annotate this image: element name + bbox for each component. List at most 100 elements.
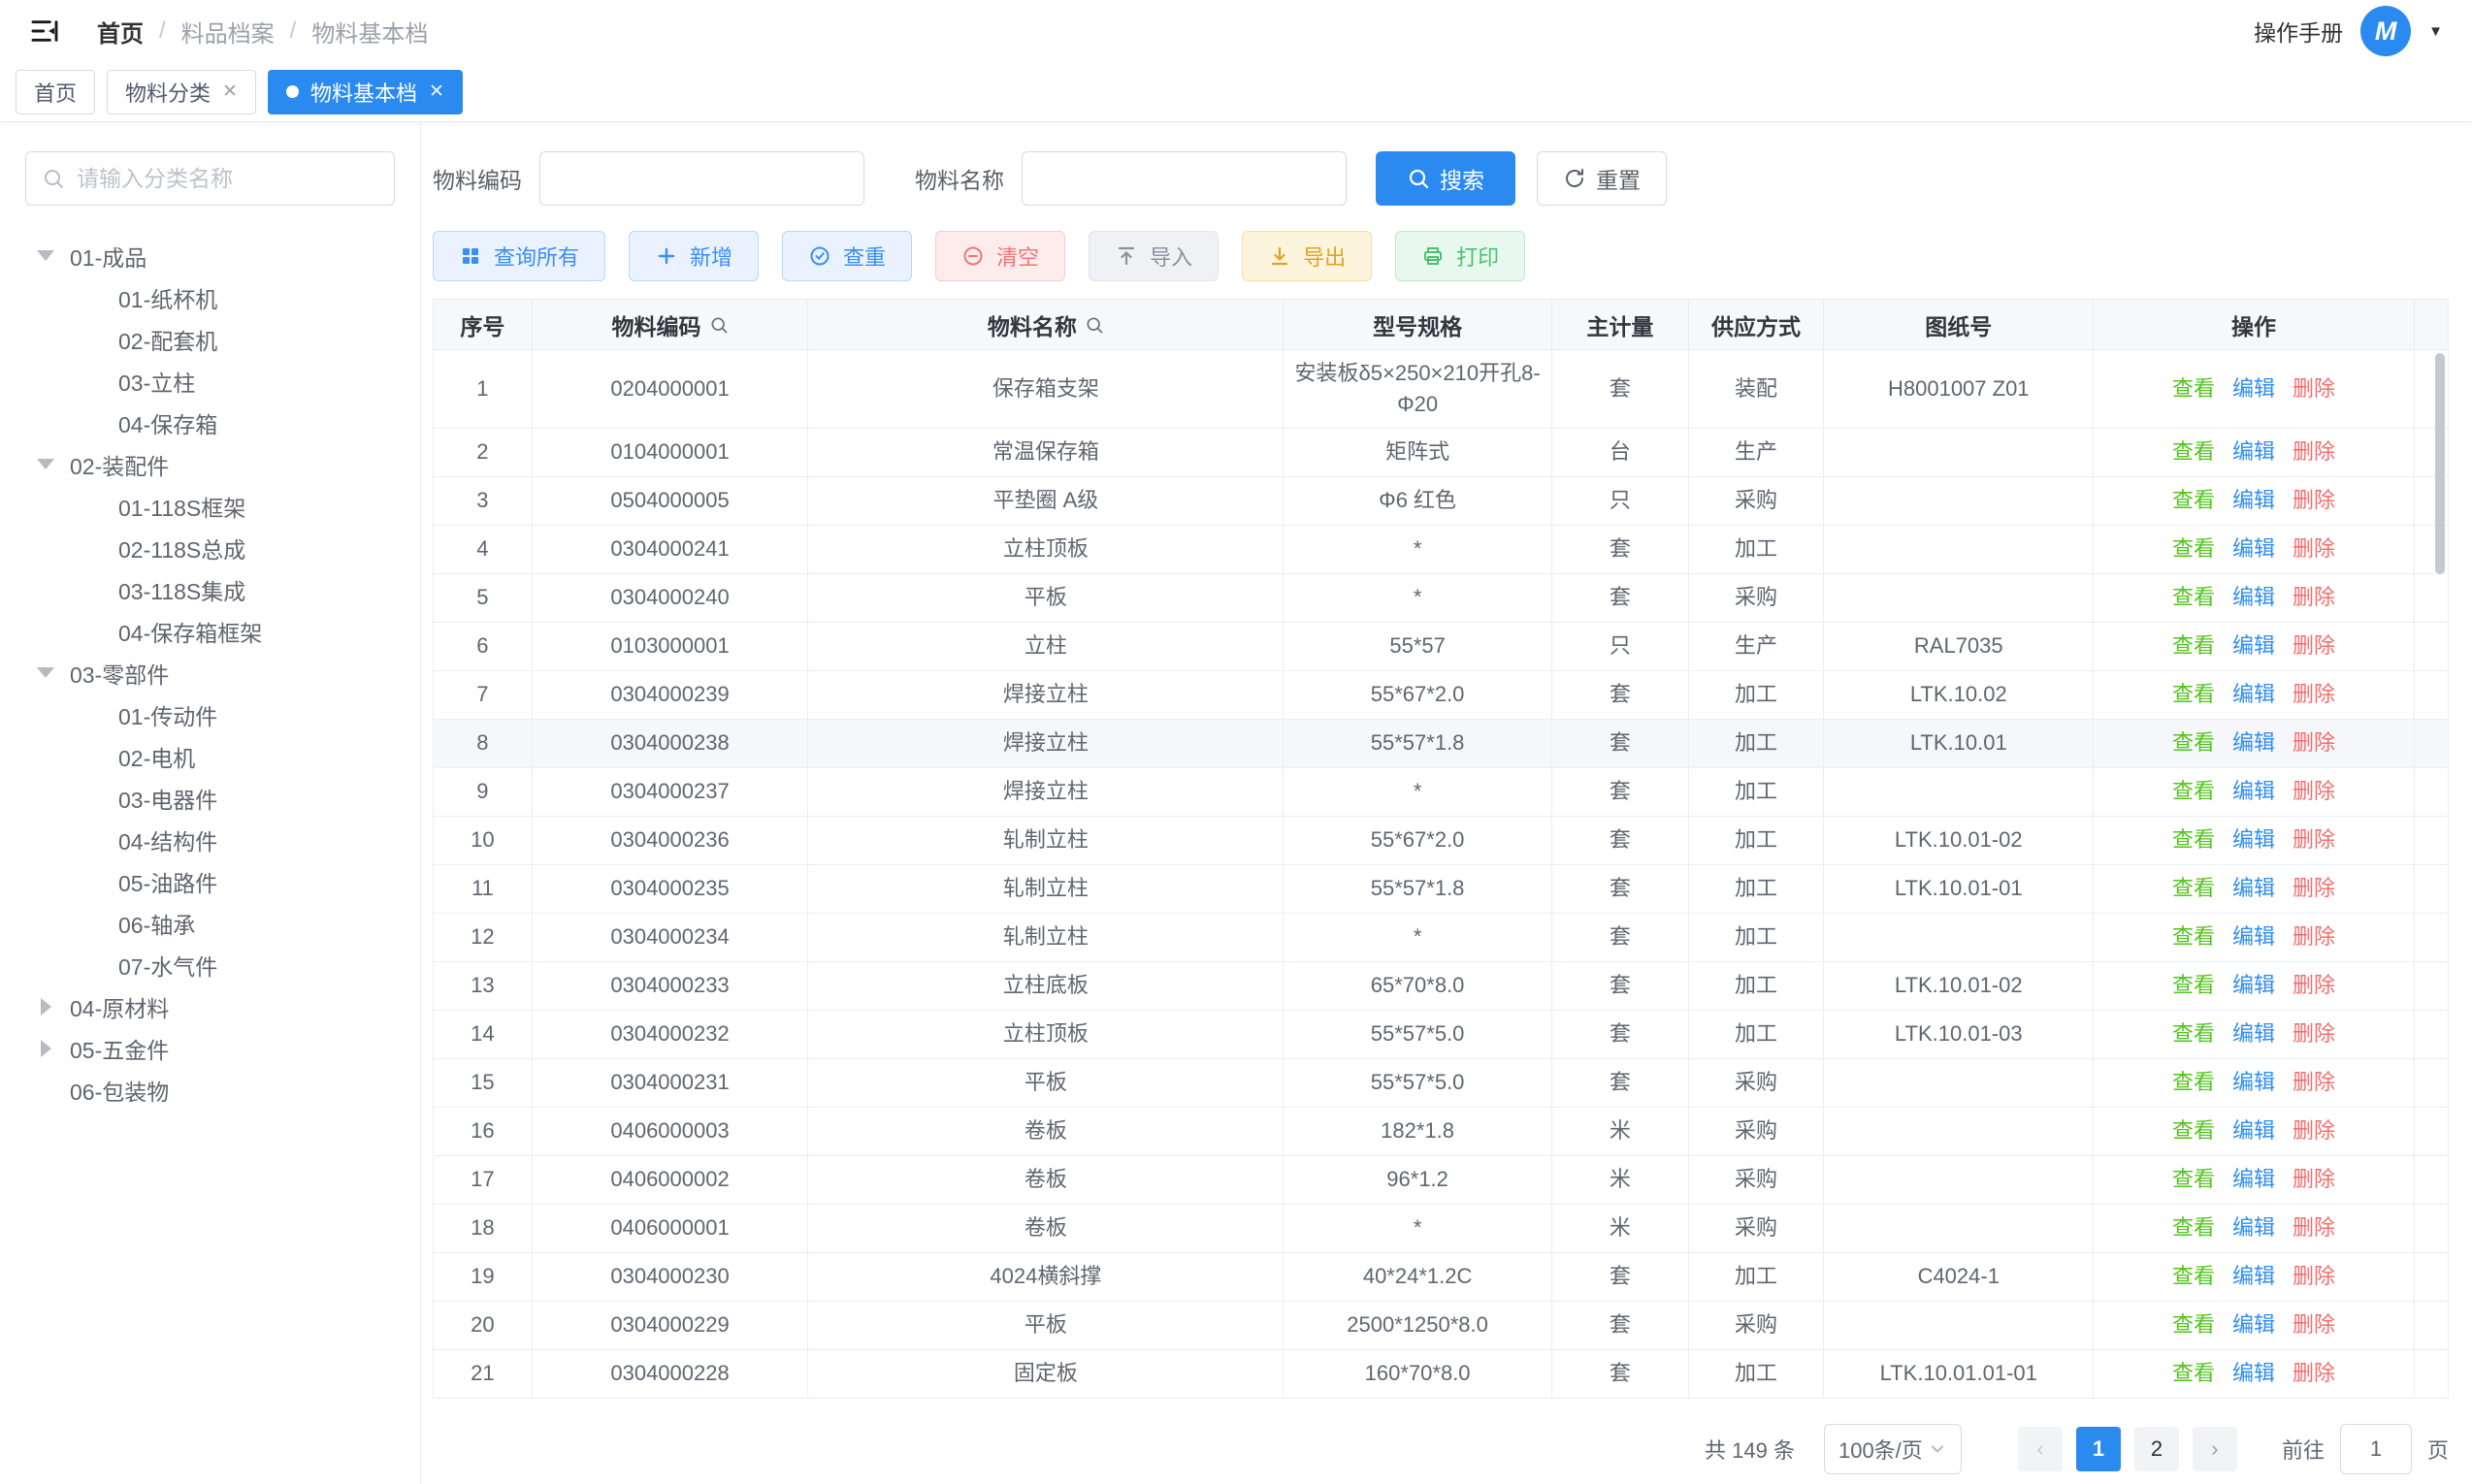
- tab-material-master[interactable]: 物料基本档 ✕: [268, 70, 463, 114]
- tree-leaf-04-保存箱[interactable]: 04-保存箱: [25, 402, 395, 443]
- table-scrollbar[interactable]: [2435, 353, 2445, 574]
- caret-right-icon[interactable]: [37, 1040, 54, 1057]
- edit-link[interactable]: 编辑: [2232, 536, 2275, 561]
- tree-leaf-07-水气件[interactable]: 07-水气件: [25, 944, 395, 985]
- goto-page-input[interactable]: [2340, 1424, 2412, 1474]
- delete-link[interactable]: 删除: [2293, 1070, 2335, 1094]
- tree-leaf-03-立柱[interactable]: 03-立柱: [25, 360, 395, 402]
- view-link[interactable]: 查看: [2172, 876, 2215, 900]
- column-header-物料名称[interactable]: 物料名称: [808, 300, 1284, 350]
- edit-link[interactable]: 编辑: [2232, 973, 2275, 997]
- edit-link[interactable]: 编辑: [2232, 1312, 2275, 1337]
- page-size-select[interactable]: 100条/页: [1824, 1424, 1962, 1474]
- view-link[interactable]: 查看: [2172, 376, 2215, 401]
- edit-link[interactable]: 编辑: [2232, 1264, 2275, 1288]
- view-link[interactable]: 查看: [2172, 536, 2215, 561]
- delete-link[interactable]: 删除: [2293, 973, 2335, 997]
- edit-link[interactable]: 编辑: [2232, 1167, 2275, 1191]
- prev-page-button[interactable]: ‹: [2018, 1427, 2063, 1471]
- edit-link[interactable]: 编辑: [2232, 1070, 2275, 1094]
- tree-leaf-04-保存箱框架[interactable]: 04-保存箱框架: [25, 610, 395, 652]
- column-search-icon[interactable]: [1085, 315, 1104, 335]
- delete-link[interactable]: 删除: [2293, 1264, 2335, 1288]
- tree-node-05-五金件[interactable]: 05-五金件: [25, 1027, 395, 1069]
- edit-link[interactable]: 编辑: [2232, 779, 2275, 803]
- manual-link[interactable]: 操作手册: [2254, 15, 2343, 48]
- view-link[interactable]: 查看: [2172, 1215, 2215, 1240]
- view-link[interactable]: 查看: [2172, 682, 2215, 706]
- user-menu-caret-icon[interactable]: ▼: [2428, 23, 2443, 40]
- toolbar-button-导入[interactable]: 导入: [1089, 231, 1219, 281]
- view-link[interactable]: 查看: [2172, 439, 2215, 464]
- edit-link[interactable]: 编辑: [2232, 682, 2275, 706]
- menu-fold-icon[interactable]: [25, 12, 64, 50]
- view-link[interactable]: 查看: [2172, 1118, 2215, 1143]
- edit-link[interactable]: 编辑: [2232, 1215, 2275, 1240]
- reset-button[interactable]: 重置: [1537, 151, 1667, 206]
- view-link[interactable]: 查看: [2172, 1361, 2215, 1385]
- view-link[interactable]: 查看: [2172, 779, 2215, 803]
- view-link[interactable]: 查看: [2172, 1070, 2215, 1094]
- tree-node-03-零部件[interactable]: 03-零部件: [25, 652, 395, 694]
- tree-leaf-01-传动件[interactable]: 01-传动件: [25, 694, 395, 735]
- delete-link[interactable]: 删除: [2293, 439, 2335, 464]
- delete-link[interactable]: 删除: [2293, 1021, 2335, 1046]
- material-name-input[interactable]: [1022, 151, 1347, 206]
- column-search-icon[interactable]: [709, 315, 729, 335]
- tree-leaf-01-纸杯机[interactable]: 01-纸杯机: [25, 276, 395, 318]
- delete-link[interactable]: 删除: [2293, 924, 2335, 949]
- edit-link[interactable]: 编辑: [2232, 730, 2275, 755]
- toolbar-button-查询所有[interactable]: 查询所有: [433, 231, 605, 281]
- delete-link[interactable]: 删除: [2293, 536, 2335, 561]
- tree-leaf-05-油路件[interactable]: 05-油路件: [25, 860, 395, 902]
- tree-node-06-包装物[interactable]: 06-包装物: [25, 1069, 395, 1111]
- view-link[interactable]: 查看: [2172, 633, 2215, 658]
- delete-link[interactable]: 删除: [2293, 1215, 2335, 1240]
- material-code-input[interactable]: [539, 151, 864, 206]
- edit-link[interactable]: 编辑: [2232, 1361, 2275, 1385]
- search-button[interactable]: 搜索: [1376, 151, 1515, 206]
- view-link[interactable]: 查看: [2172, 1264, 2215, 1288]
- caret-down-icon[interactable]: [37, 250, 54, 261]
- category-search-box[interactable]: [25, 151, 395, 206]
- edit-link[interactable]: 编辑: [2232, 876, 2275, 900]
- delete-link[interactable]: 删除: [2293, 488, 2335, 512]
- toolbar-button-打印[interactable]: 打印: [1395, 231, 1525, 281]
- tree-leaf-04-结构件[interactable]: 04-结构件: [25, 819, 395, 860]
- column-header-物料编码[interactable]: 物料编码: [532, 300, 808, 350]
- avatar[interactable]: M: [2360, 6, 2411, 56]
- page-button-1[interactable]: 1: [2076, 1427, 2121, 1471]
- delete-link[interactable]: 删除: [2293, 779, 2335, 803]
- view-link[interactable]: 查看: [2172, 1167, 2215, 1191]
- caret-right-icon[interactable]: [37, 998, 54, 1016]
- next-page-button[interactable]: ›: [2193, 1427, 2237, 1471]
- view-link[interactable]: 查看: [2172, 1312, 2215, 1337]
- edit-link[interactable]: 编辑: [2232, 488, 2275, 512]
- delete-link[interactable]: 删除: [2293, 1118, 2335, 1143]
- tree-node-02-装配件[interactable]: 02-装配件: [25, 443, 395, 485]
- breadcrumb-archive[interactable]: 料品档案: [181, 15, 275, 48]
- tab-home[interactable]: 首页: [16, 70, 95, 114]
- view-link[interactable]: 查看: [2172, 585, 2215, 609]
- delete-link[interactable]: 删除: [2293, 1167, 2335, 1191]
- view-link[interactable]: 查看: [2172, 827, 2215, 852]
- caret-down-icon[interactable]: [37, 459, 54, 469]
- close-tab-icon[interactable]: ✕: [429, 81, 444, 103]
- edit-link[interactable]: 编辑: [2232, 1021, 2275, 1046]
- edit-link[interactable]: 编辑: [2232, 376, 2275, 401]
- page-button-2[interactable]: 2: [2134, 1427, 2179, 1471]
- edit-link[interactable]: 编辑: [2232, 827, 2275, 852]
- tree-leaf-02-配套机[interactable]: 02-配套机: [25, 318, 395, 360]
- tree-leaf-06-轴承[interactable]: 06-轴承: [25, 902, 395, 944]
- close-tab-icon[interactable]: ✕: [222, 81, 238, 103]
- toolbar-button-新增[interactable]: 新增: [629, 231, 759, 281]
- edit-link[interactable]: 编辑: [2232, 439, 2275, 464]
- toolbar-button-查重[interactable]: 查重: [782, 231, 912, 281]
- tree-leaf-03-118S集成[interactable]: 03-118S集成: [25, 568, 395, 610]
- delete-link[interactable]: 删除: [2293, 585, 2335, 609]
- view-link[interactable]: 查看: [2172, 973, 2215, 997]
- delete-link[interactable]: 删除: [2293, 682, 2335, 706]
- edit-link[interactable]: 编辑: [2232, 633, 2275, 658]
- tree-node-01-成品[interactable]: 01-成品: [25, 235, 395, 276]
- view-link[interactable]: 查看: [2172, 488, 2215, 512]
